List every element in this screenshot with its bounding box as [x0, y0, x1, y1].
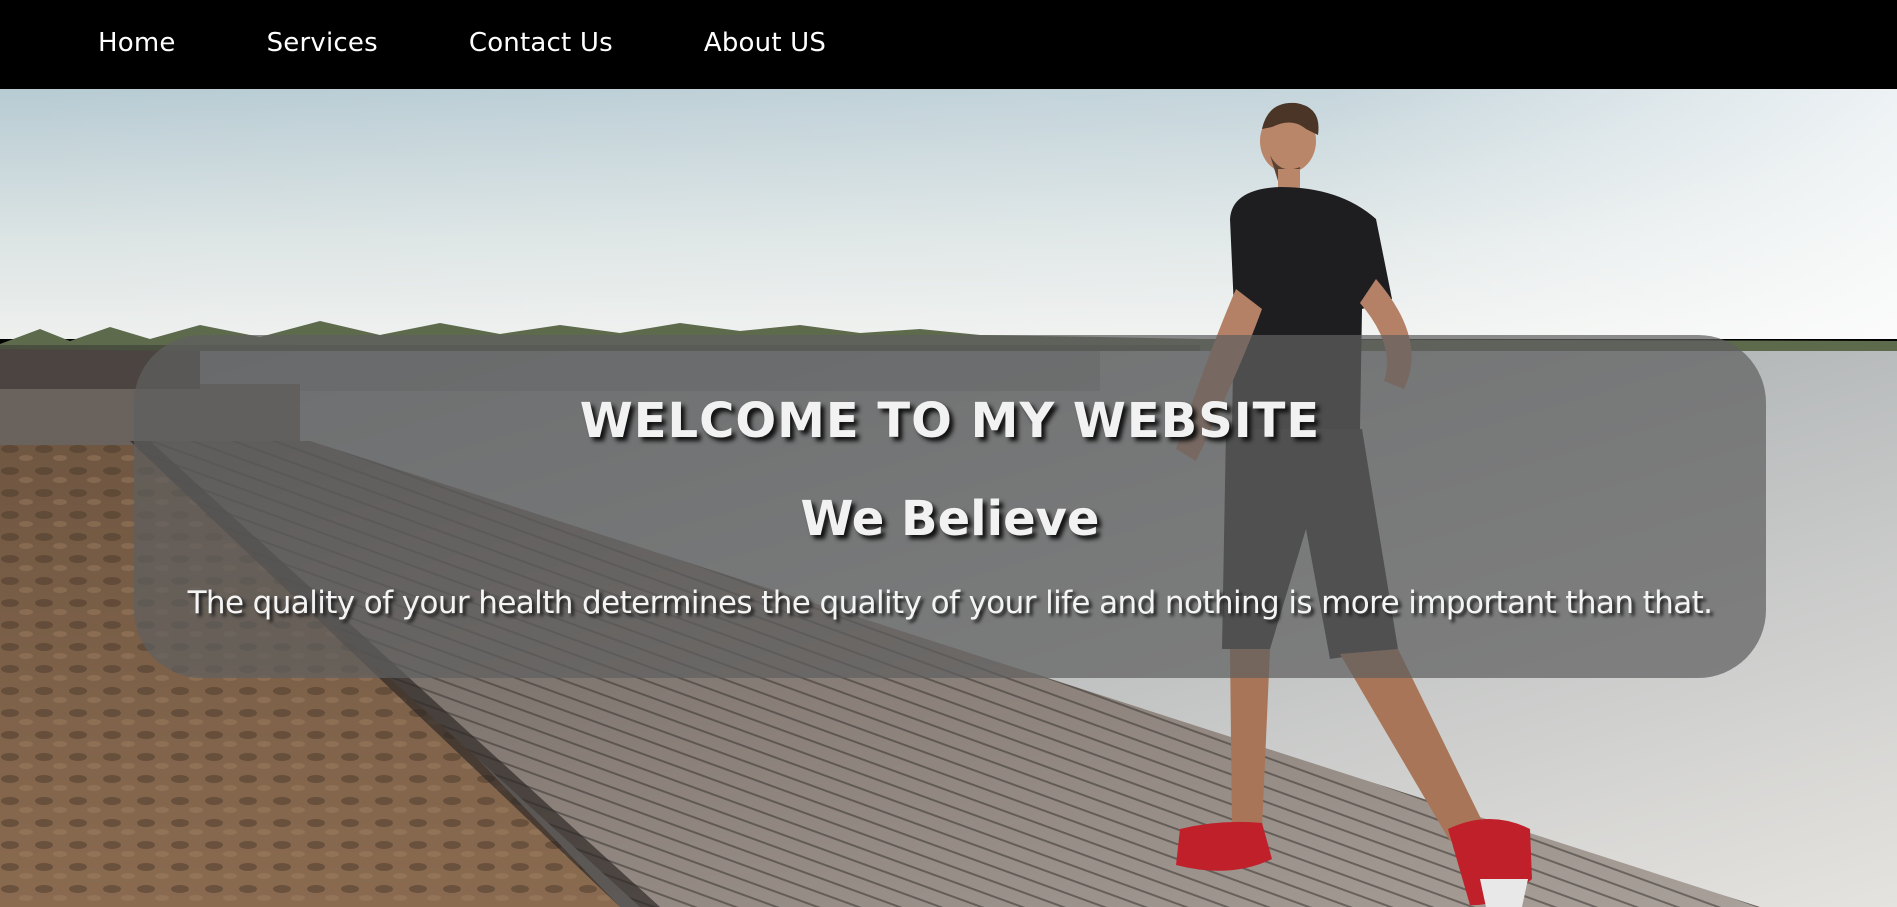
- top-navbar: Home Services Contact Us About US: [0, 0, 1897, 89]
- nav-item-about: About US: [704, 28, 826, 62]
- welcome-subtitle: We Believe: [800, 491, 1100, 547]
- nav-item-contact: Contact Us: [469, 28, 613, 62]
- nav-link-services[interactable]: Services: [267, 28, 378, 62]
- nav-link-about-us[interactable]: About US: [704, 28, 826, 62]
- hero-section: WELCOME TO MY WEBSITE We Believe The qua…: [0, 89, 1897, 907]
- nav-item-services: Services: [267, 28, 378, 62]
- nav-list: Home Services Contact Us About US: [0, 0, 1897, 89]
- nav-link-contact-us[interactable]: Contact Us: [469, 28, 613, 62]
- welcome-overlay-box: WELCOME TO MY WEBSITE We Believe The qua…: [134, 335, 1766, 678]
- welcome-quote: The quality of your health determines th…: [187, 585, 1713, 621]
- nav-link-home[interactable]: Home: [98, 28, 176, 62]
- nav-item-home: Home: [98, 28, 176, 62]
- welcome-title: WELCOME TO MY WEBSITE: [579, 393, 1321, 449]
